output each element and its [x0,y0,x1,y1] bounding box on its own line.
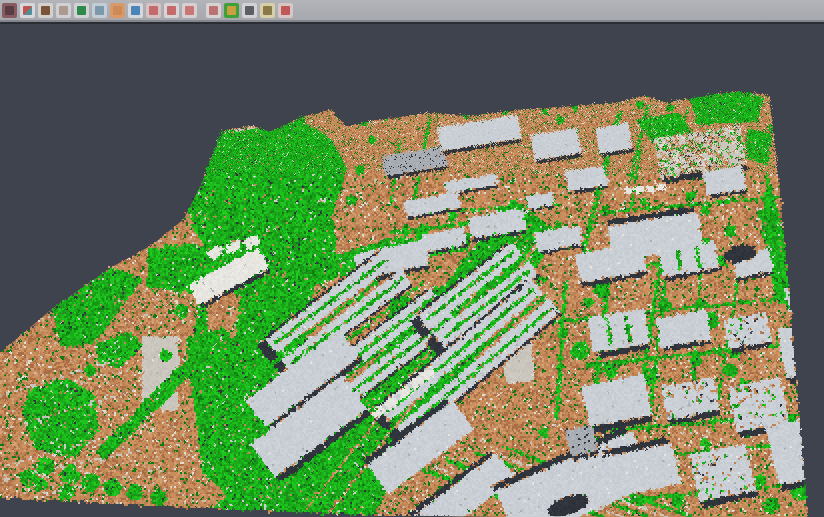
point-cloud-scene[interactable] [0,24,824,517]
texture-patch-icon[interactable] [2,3,17,18]
application-window [0,0,824,517]
sand-tool-icon[interactable] [260,3,275,18]
gear-ring-icon[interactable] [164,3,179,18]
terrain-mountain-icon[interactable] [38,3,53,18]
red-stripes-icon[interactable] [146,3,161,18]
dark-sphere-icon[interactable] [242,3,257,18]
sparse-points-icon[interactable] [56,3,71,18]
viewport-3d[interactable] [0,24,824,517]
classification-map-icon[interactable] [224,3,239,18]
crop-marks-icon[interactable] [182,3,197,18]
green-hill-icon[interactable] [74,3,89,18]
globe-icon[interactable] [128,3,143,18]
clipping-box-icon[interactable] [206,3,221,18]
scatter-points-icon[interactable] [20,3,35,18]
column-slice-icon[interactable] [92,3,107,18]
flag-stripes-icon[interactable] [278,3,293,18]
toolbar [0,0,824,22]
orange-square-icon[interactable] [110,3,125,18]
